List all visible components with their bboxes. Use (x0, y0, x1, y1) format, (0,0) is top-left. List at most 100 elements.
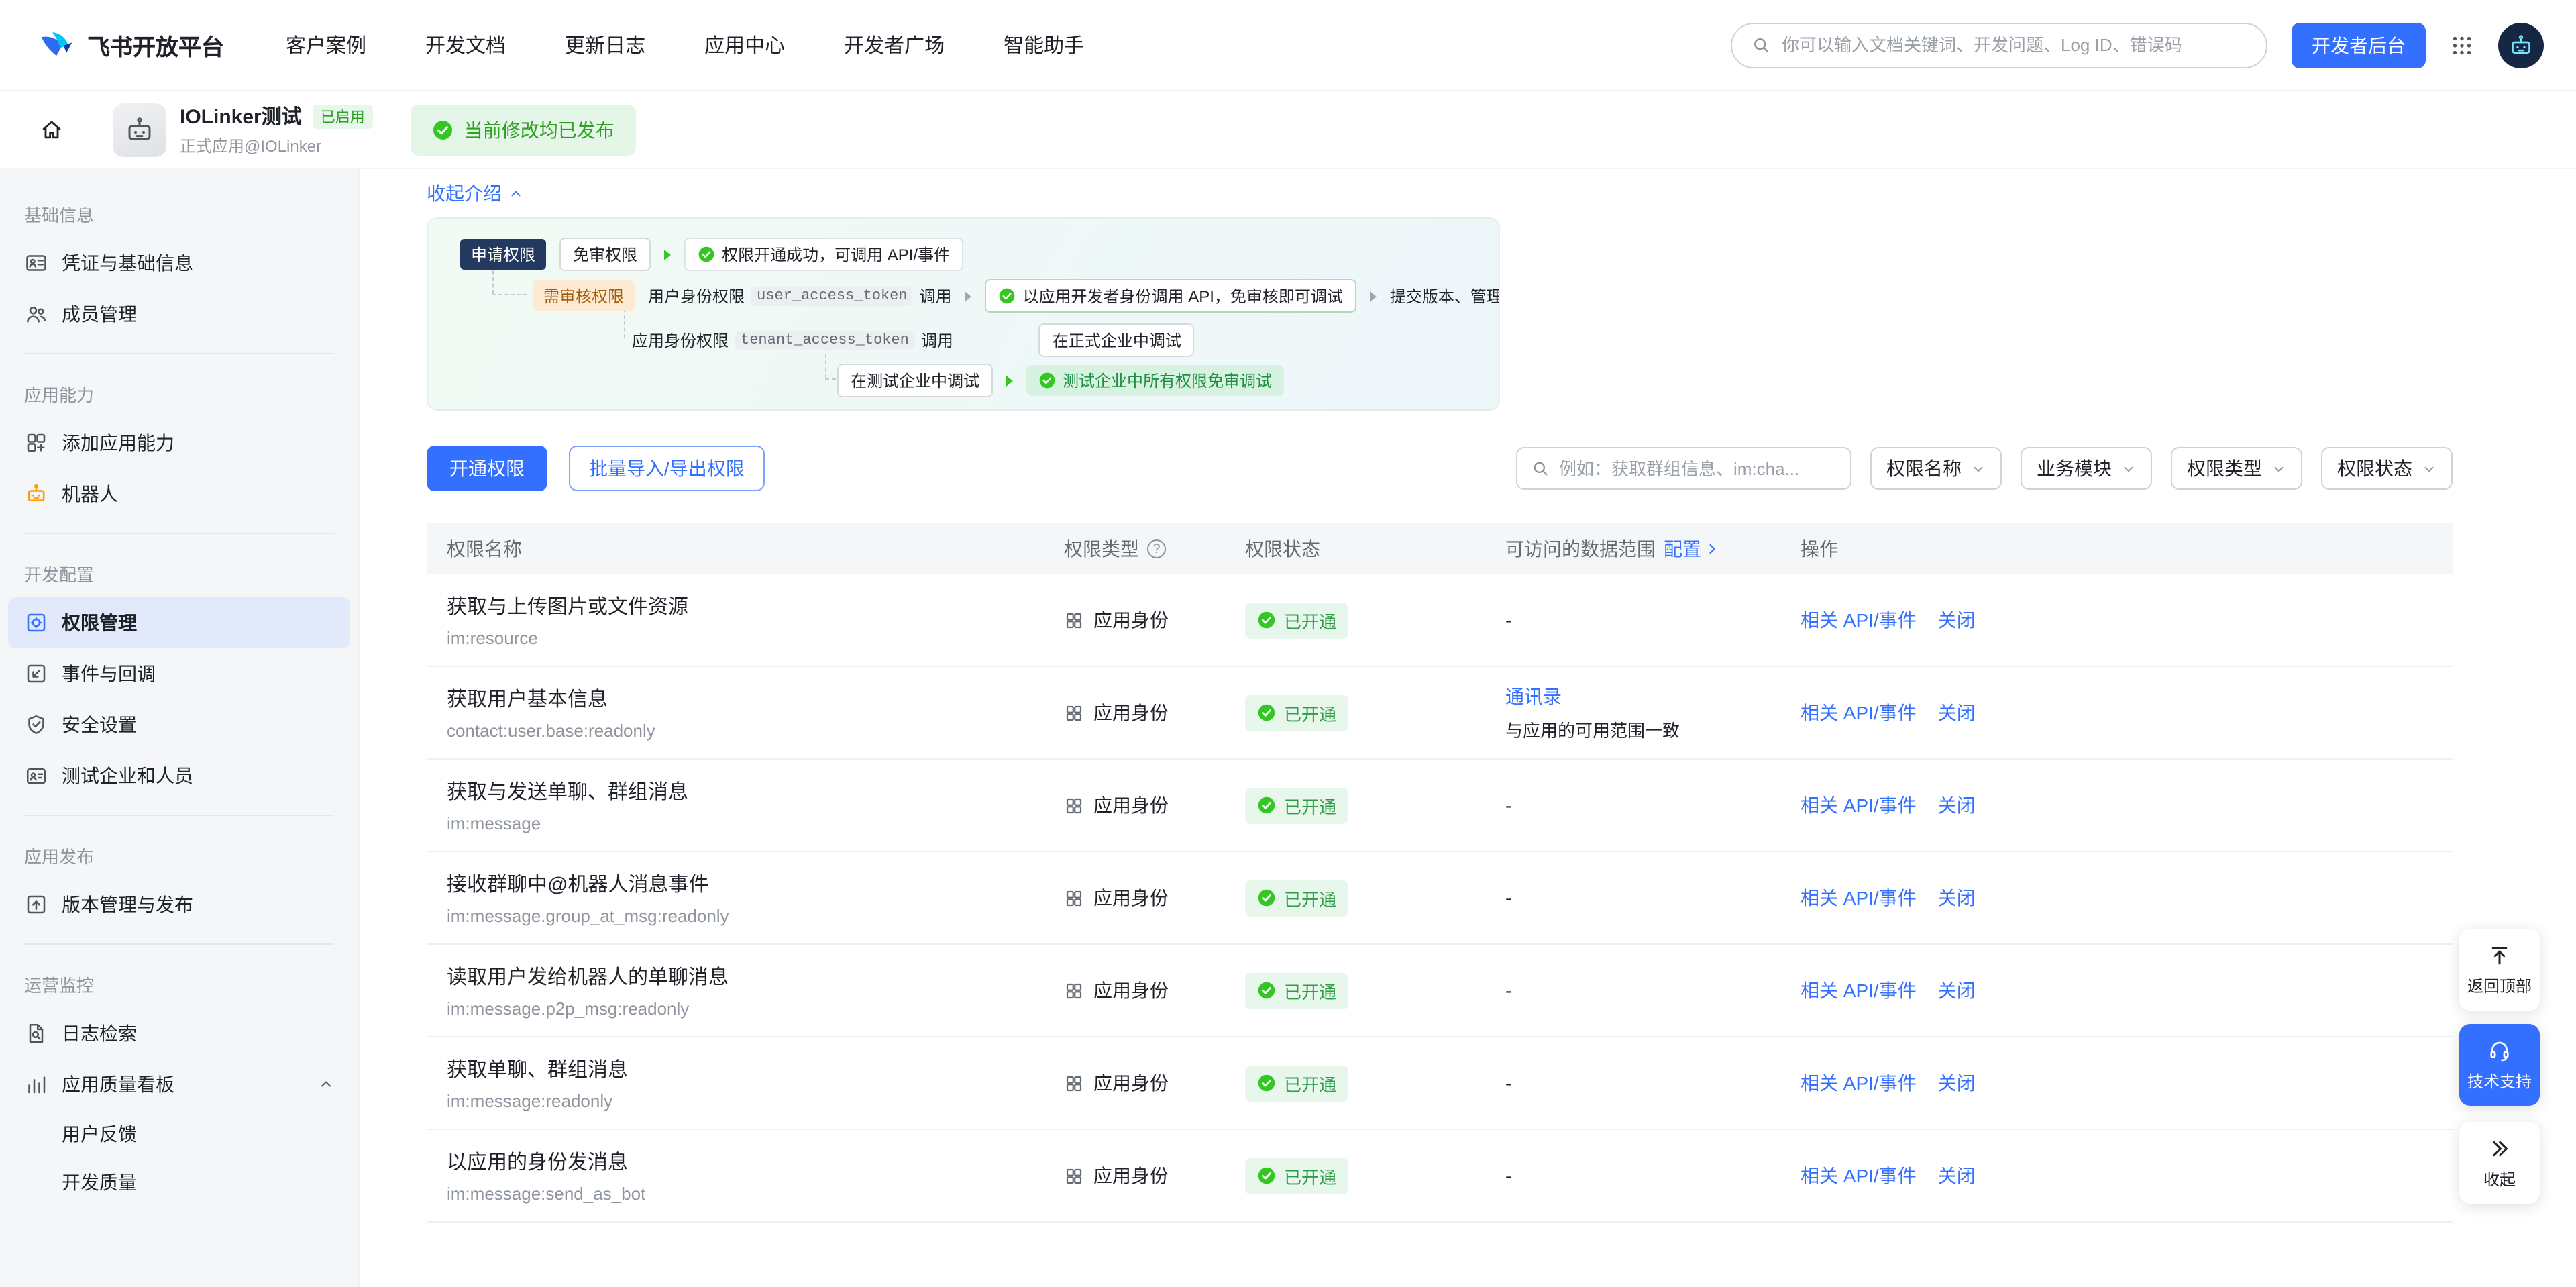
nav-link-changelog[interactable]: 更新日志 (565, 31, 645, 59)
open-permission-button[interactable]: 开通权限 (427, 446, 547, 491)
sidebar-item-add-capability[interactable]: 添加应用能力 (8, 417, 350, 468)
close-permission-link[interactable]: 关闭 (1938, 1070, 1976, 1096)
global-search-input[interactable] (1782, 35, 2247, 55)
app-identity-icon (1064, 888, 1084, 908)
scope-dash: - (1505, 1165, 1511, 1186)
divider (24, 353, 334, 354)
close-permission-link[interactable]: 关闭 (1938, 977, 1976, 1004)
permission-search-input[interactable] (1559, 458, 1837, 478)
close-permission-link[interactable]: 关闭 (1938, 1162, 1976, 1189)
add-capability-icon (24, 431, 48, 455)
related-api-link[interactable]: 相关 API/事件 (1801, 977, 1917, 1004)
headset-icon (2487, 1038, 2512, 1062)
apps-grid-icon[interactable] (2450, 33, 2474, 57)
related-api-link[interactable]: 相关 API/事件 (1801, 699, 1917, 726)
permission-search (1516, 447, 1851, 490)
sidebar-item-version-release[interactable]: 版本管理与发布 (8, 879, 350, 930)
actions-cell: 相关 API/事件 关闭 (1801, 884, 2453, 911)
close-permission-link[interactable]: 关闭 (1938, 884, 1976, 911)
help-icon[interactable]: ? (1147, 539, 1166, 558)
sidebar-item-members[interactable]: 成员管理 (8, 289, 350, 340)
check-circle-icon (432, 119, 453, 140)
test-free-pill: 测试企业中所有权限免审调试 (1026, 365, 1284, 396)
check-circle-icon (1257, 796, 1276, 815)
sidebar-item-events[interactable]: 事件与回调 (8, 648, 350, 699)
collapse-sidebar-button[interactable]: 收起 (2459, 1122, 2540, 1204)
nav-link-smart-assistant[interactable]: 智能助手 (1004, 31, 1084, 59)
feishu-logo[interactable]: 飞书开放平台 (38, 26, 224, 64)
review-required-badge: 需审核权限 (533, 280, 635, 311)
scope-cell: - (1505, 609, 1801, 631)
close-permission-link[interactable]: 关闭 (1938, 699, 1976, 726)
status-badge: 已开通 (1245, 694, 1348, 731)
shield-check-icon (24, 713, 48, 737)
user-avatar[interactable] (2498, 22, 2544, 68)
topnav-right: 开发者后台 (1731, 22, 2544, 68)
check-circle-icon (999, 287, 1016, 305)
col-header-type: 权限类型 ? (1064, 535, 1245, 562)
scope-link[interactable]: 通讯录 (1505, 686, 1562, 707)
permission-name: 获取与发送单聊、群组消息 (447, 777, 1064, 805)
sidebar-item-quality-board[interactable]: 应用质量看板 (8, 1059, 350, 1110)
sidebar-subitem-user-feedback[interactable]: 用户反馈 (0, 1110, 358, 1158)
related-api-link[interactable]: 相关 API/事件 (1801, 607, 1917, 633)
related-api-link[interactable]: 相关 API/事件 (1801, 1162, 1917, 1189)
app-identity-icon (1064, 703, 1084, 723)
logo-text: 飞书开放平台 (87, 28, 224, 62)
credential-icon (24, 251, 48, 275)
search-icon (1751, 35, 1771, 55)
filter-permission-name[interactable]: 权限名称 (1870, 447, 2002, 490)
tech-support-button[interactable]: 技术支持 (2459, 1024, 2540, 1106)
sidebar-item-security[interactable]: 安全设置 (8, 699, 350, 750)
actions-cell: 相关 API/事件 关闭 (1801, 607, 2453, 633)
home-button[interactable] (27, 105, 75, 154)
permission-type-cell: 应用身份 (1064, 699, 1245, 726)
scope-note: 与应用的可用范围一致 (1505, 717, 1801, 742)
chevron-up-icon[interactable] (318, 1076, 334, 1092)
collapse-intro-link[interactable]: 收起介绍 (427, 180, 523, 207)
nav-link-app-center[interactable]: 应用中心 (704, 31, 785, 59)
import-export-button[interactable]: 批量导入/导出权限 (569, 446, 765, 491)
scope-cell: 通讯录 与应用的可用范围一致 (1505, 683, 1801, 742)
scope-cell: - (1505, 887, 1801, 909)
app-identity-icon (1064, 1073, 1084, 1093)
developer-console-button[interactable]: 开发者后台 (2292, 22, 2426, 68)
sidebar-subitem-dev-quality[interactable]: 开发质量 (0, 1158, 358, 1206)
sidebar-item-log-search[interactable]: 日志检索 (8, 1008, 350, 1059)
nav-link-developer-forum[interactable]: 开发者广场 (844, 31, 945, 59)
app-avatar (113, 103, 166, 156)
filter-business-module[interactable]: 业务模块 (2021, 447, 2152, 490)
check-circle-icon (1257, 611, 1276, 629)
app-subtitle: 正式应用@IOLinker (180, 134, 373, 157)
permission-code: im:message (447, 813, 1064, 833)
related-api-link[interactable]: 相关 API/事件 (1801, 1070, 1917, 1096)
permission-icon (24, 611, 48, 635)
related-api-link[interactable]: 相关 API/事件 (1801, 884, 1917, 911)
close-permission-link[interactable]: 关闭 (1938, 607, 1976, 633)
sidebar-item-test-org[interactable]: 测试企业和人员 (8, 750, 350, 801)
permission-name: 读取用户发给机器人的单聊消息 (447, 962, 1064, 990)
related-api-link[interactable]: 相关 API/事件 (1801, 792, 1917, 819)
filter-permission-status[interactable]: 权限状态 (2321, 447, 2453, 490)
robot-icon (24, 482, 48, 506)
scope-dash: - (1505, 1072, 1511, 1094)
close-permission-link[interactable]: 关闭 (1938, 792, 1976, 819)
user-access-token: user_access_token (751, 287, 912, 305)
nav-link-customer-cases[interactable]: 客户案例 (286, 31, 366, 59)
sidebar: 基础信息 凭证与基础信息 成员管理 应用能力 添加应用能力 (0, 169, 360, 1287)
scope-config-link[interactable]: 配置 (1664, 535, 1720, 562)
nav-link-docs[interactable]: 开发文档 (425, 31, 506, 59)
filter-permission-type[interactable]: 权限类型 (2171, 447, 2302, 490)
no-review-badge: 免审权限 (559, 238, 651, 271)
app-identity-icon (1064, 610, 1084, 630)
back-to-top-button[interactable]: 返回顶部 (2459, 929, 2540, 1011)
table-row: 获取单聊、群组消息 im:message:readonly 应用身份 (427, 1037, 2453, 1130)
sidebar-item-permissions[interactable]: 权限管理 (8, 597, 350, 648)
global-search (1731, 22, 2267, 68)
sidebar-item-bot[interactable]: 机器人 (8, 468, 350, 519)
scope-dash: - (1505, 609, 1511, 631)
sidebar-item-credentials[interactable]: 凭证与基础信息 (8, 238, 350, 289)
permission-name: 获取用户基本信息 (447, 684, 1064, 713)
scope-cell: - (1505, 980, 1801, 1001)
tenant-access-token: tenant_access_token (735, 331, 914, 350)
